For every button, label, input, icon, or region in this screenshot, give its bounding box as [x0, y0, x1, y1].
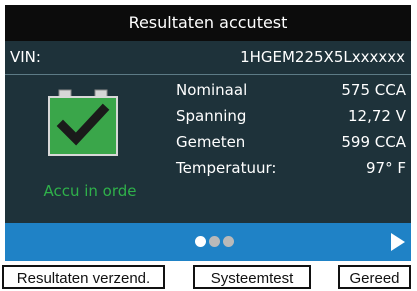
battery-check-icon	[48, 88, 118, 158]
metric-label: Nominaal	[176, 81, 248, 99]
battery-status-label: Accu in orde	[43, 182, 137, 200]
screen-title: Resultaten accutest	[5, 5, 411, 41]
vin-value: 1HGEM225X5Lxxxxxx	[240, 48, 405, 66]
metric-label: Temperatuur:	[176, 159, 277, 177]
metric-voltage: Spanning 12,72 V	[176, 106, 406, 126]
metric-value: 12,72 V	[348, 107, 406, 125]
page-dot-2	[209, 236, 220, 247]
done-button[interactable]: Gereed	[338, 265, 411, 289]
vin-row: VIN: 1HGEM225X5Lxxxxxx	[5, 41, 411, 75]
softkey-bar: Resultaten verzend. Systeemtest Gereed	[0, 261, 417, 291]
page-navigation-bar	[5, 223, 411, 261]
battery-test-results-screen: Resultaten accutest VIN: 1HGEM225X5Lxxxx…	[0, 0, 417, 291]
page-dot-1	[195, 236, 206, 247]
next-page-arrow-icon[interactable]	[391, 233, 405, 251]
metric-measured: Gemeten 599 CCA	[176, 132, 406, 152]
metric-value: 575 CCA	[341, 81, 406, 99]
metric-value: 97° F	[366, 159, 406, 177]
metric-label: Spanning	[176, 107, 247, 125]
metric-rated: Nominaal 575 CCA	[176, 80, 406, 100]
vin-label: VIN:	[10, 48, 41, 66]
system-test-button[interactable]: Systeemtest	[193, 265, 311, 289]
send-results-button[interactable]: Resultaten verzend.	[2, 265, 165, 289]
metric-value: 599 CCA	[341, 133, 406, 151]
metric-label: Gemeten	[176, 133, 246, 151]
page-dot-3	[223, 236, 234, 247]
results-panel: VIN: 1HGEM225X5Lxxxxxx Accu in orde Nomi…	[5, 41, 411, 223]
page-indicator	[195, 236, 234, 248]
metric-temperature: Temperatuur: 97° F	[176, 158, 406, 178]
